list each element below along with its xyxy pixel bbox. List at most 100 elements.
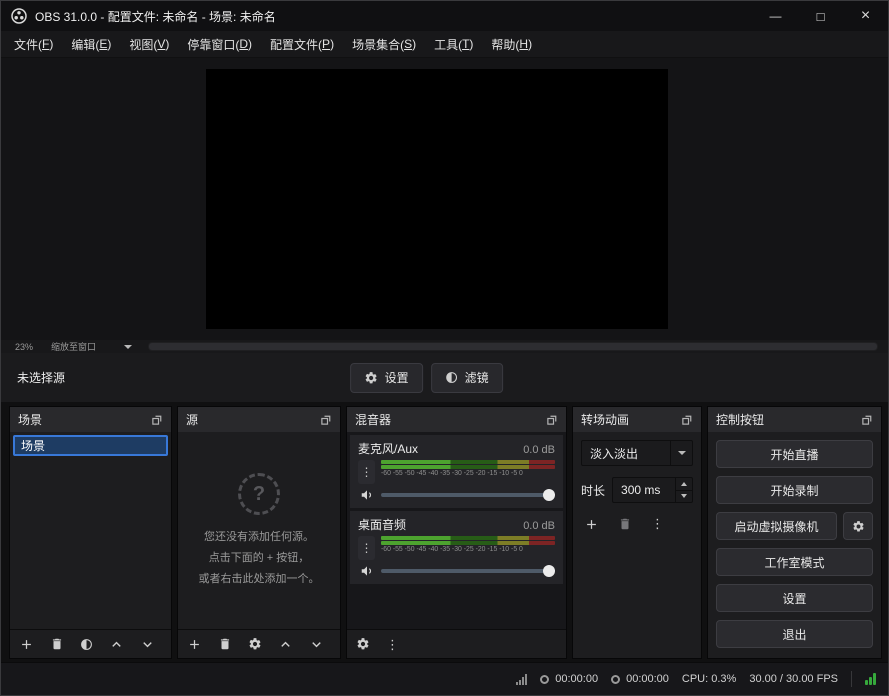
meter-scale: -60 -55 -50 -45 -40 -35 -30 -25 -20 -15 … [381, 470, 552, 477]
start-recording-button[interactable]: 开始录制 [716, 476, 873, 504]
slider-handle[interactable] [543, 489, 555, 501]
preview-canvas[interactable] [206, 69, 668, 329]
menu-scene-collection[interactable]: 场景集合(S) [343, 31, 425, 57]
transitions-actions: ⋮ [581, 516, 693, 532]
popout-icon[interactable] [320, 414, 332, 426]
add-scene-button[interactable] [19, 637, 34, 652]
empty-hint-line: 点击下面的 + 按钮， [209, 550, 310, 567]
popout-icon[interactable] [861, 414, 873, 426]
remove-transition-button[interactable] [618, 517, 632, 531]
titlebar: OBS 31.0.0 - 配置文件: 未命名 - 场景: 未命名 — □ × [1, 1, 888, 31]
preview-zoom-row: 23% 缩放至窗口 [1, 340, 888, 353]
preview-area[interactable] [1, 58, 888, 340]
controls-panel-header[interactable]: 控制按钮 [708, 407, 881, 432]
mute-button[interactable] [358, 488, 375, 502]
move-source-down-button[interactable] [309, 637, 324, 652]
obs-logo-icon [11, 8, 27, 24]
menu-profile[interactable]: 配置文件(P) [261, 31, 343, 57]
duration-value: 300 ms [613, 478, 675, 502]
volume-slider[interactable] [381, 488, 555, 502]
virtual-camera-settings-button[interactable] [843, 512, 873, 540]
add-source-button[interactable] [187, 637, 202, 652]
start-streaming-button[interactable]: 开始直播 [716, 440, 873, 468]
scenes-panel-header[interactable]: 场景 [10, 407, 171, 432]
source-context-buttons: 设置 滤镜 [350, 363, 503, 393]
maximize-button[interactable]: □ [798, 1, 843, 31]
channel-name: 桌面音频 [358, 516, 406, 533]
scene-list[interactable]: 场景 [10, 432, 171, 629]
popout-icon[interactable] [681, 414, 693, 426]
popout-icon[interactable] [546, 414, 558, 426]
preview-hscrollbar[interactable] [148, 342, 878, 351]
recording-time: 00:00:00 [555, 673, 598, 685]
sources-panel-header[interactable]: 源 [178, 407, 340, 432]
spin-up-button[interactable] [676, 478, 692, 491]
start-virtual-camera-button[interactable]: 启动虚拟摄像机 [716, 512, 837, 540]
menu-tools[interactable]: 工具(T) [425, 31, 482, 57]
spin-down-button[interactable] [676, 491, 692, 503]
transitions-panel-header[interactable]: 转场动画 [573, 407, 701, 432]
popout-icon[interactable] [151, 414, 163, 426]
remove-scene-button[interactable] [50, 637, 64, 651]
transitions-panel: 转场动画 淡入淡出 时长 300 ms [572, 406, 702, 659]
close-button[interactable]: × [843, 1, 888, 31]
mixer-options-button[interactable]: ⋮ [386, 638, 399, 651]
statusbar-separator [851, 671, 852, 687]
channel-db-value: 0.0 dB [523, 444, 555, 456]
statusbar: 00:00:00 00:00:00 CPU: 0.3% 30.00 / 30.0… [1, 662, 888, 695]
stream-time-group: 00:00:00 [611, 673, 669, 685]
menu-help[interactable]: 帮助(H) [482, 31, 541, 57]
meter-scale: -60 -55 -50 -45 -40 -35 -30 -25 -20 -15 … [381, 546, 552, 553]
scene-item-selected[interactable]: 场景 [13, 435, 168, 456]
network-status-icon [865, 673, 876, 685]
menu-edit[interactable]: 编辑(E) [62, 31, 120, 57]
record-indicator-icon [540, 675, 549, 684]
slider-handle[interactable] [543, 565, 555, 577]
obs-window: OBS 31.0.0 - 配置文件: 未命名 - 场景: 未命名 — □ × 文… [0, 0, 889, 696]
source-properties-icon-button[interactable] [248, 637, 262, 651]
menu-file[interactable]: 文件(F) [5, 31, 62, 57]
source-properties-button[interactable]: 设置 [350, 363, 423, 393]
duration-spinbox[interactable]: 300 ms [612, 477, 693, 503]
source-filters-button[interactable]: 滤镜 [431, 363, 503, 393]
slider-track [381, 569, 555, 573]
scene-filters-button[interactable] [80, 638, 93, 651]
channel-options-button[interactable]: ⋮ [358, 536, 375, 560]
menu-view[interactable]: 视图(V) [120, 31, 178, 57]
zoom-fit-dropdown[interactable]: 缩放至窗口 [47, 340, 136, 353]
move-scene-up-button[interactable] [109, 637, 124, 652]
settings-button[interactable]: 设置 [716, 584, 873, 612]
add-transition-button[interactable] [584, 517, 599, 532]
mixer-channel-list: 麦克风/Aux 0.0 dB ⋮ -60 -55 -50 -45 -40 -35… [347, 432, 566, 629]
remove-source-button[interactable] [218, 637, 232, 651]
move-scene-down-button[interactable] [140, 637, 155, 652]
transition-options-button[interactable]: ⋮ [651, 516, 664, 532]
panel-title: 转场动画 [581, 411, 629, 428]
studio-mode-button[interactable]: 工作室模式 [716, 548, 873, 576]
empty-hint-line: 您还没有添加任何源。 [204, 529, 314, 546]
channel-db-value: 0.0 dB [523, 520, 555, 532]
mute-button[interactable] [358, 564, 375, 578]
advanced-audio-button[interactable] [356, 637, 370, 651]
exit-button[interactable]: 退出 [716, 620, 873, 648]
scrollbar-thumb[interactable] [149, 343, 877, 350]
minimize-button[interactable]: — [753, 1, 798, 31]
panel-title: 场景 [18, 411, 42, 428]
sources-empty-state[interactable]: ? 您还没有添加任何源。 点击下面的 + 按钮， 或者右击此处添加一个。 [178, 432, 340, 629]
gear-icon [852, 520, 865, 533]
menu-docks[interactable]: 停靠窗口(D) [178, 31, 261, 57]
panel-title: 源 [186, 411, 198, 428]
fps-counter: 30.00 / 30.00 FPS [749, 673, 838, 685]
volume-slider[interactable] [381, 564, 555, 578]
mixer-panel-header[interactable]: 混音器 [347, 407, 566, 432]
transition-select[interactable]: 淡入淡出 [581, 440, 693, 466]
audio-meter-left [381, 460, 555, 464]
audio-meter-right [381, 465, 555, 469]
channel-options-button[interactable]: ⋮ [358, 460, 375, 484]
move-source-up-button[interactable] [278, 637, 293, 652]
sources-panel: 源 ? 您还没有添加任何源。 点击下面的 + 按钮， 或者右击此处添加一个。 [177, 406, 341, 659]
dropdown-arrow-box [670, 441, 692, 465]
scenes-toolbar [10, 629, 171, 658]
gear-icon [364, 371, 378, 385]
recording-time-group: 00:00:00 [540, 673, 598, 685]
